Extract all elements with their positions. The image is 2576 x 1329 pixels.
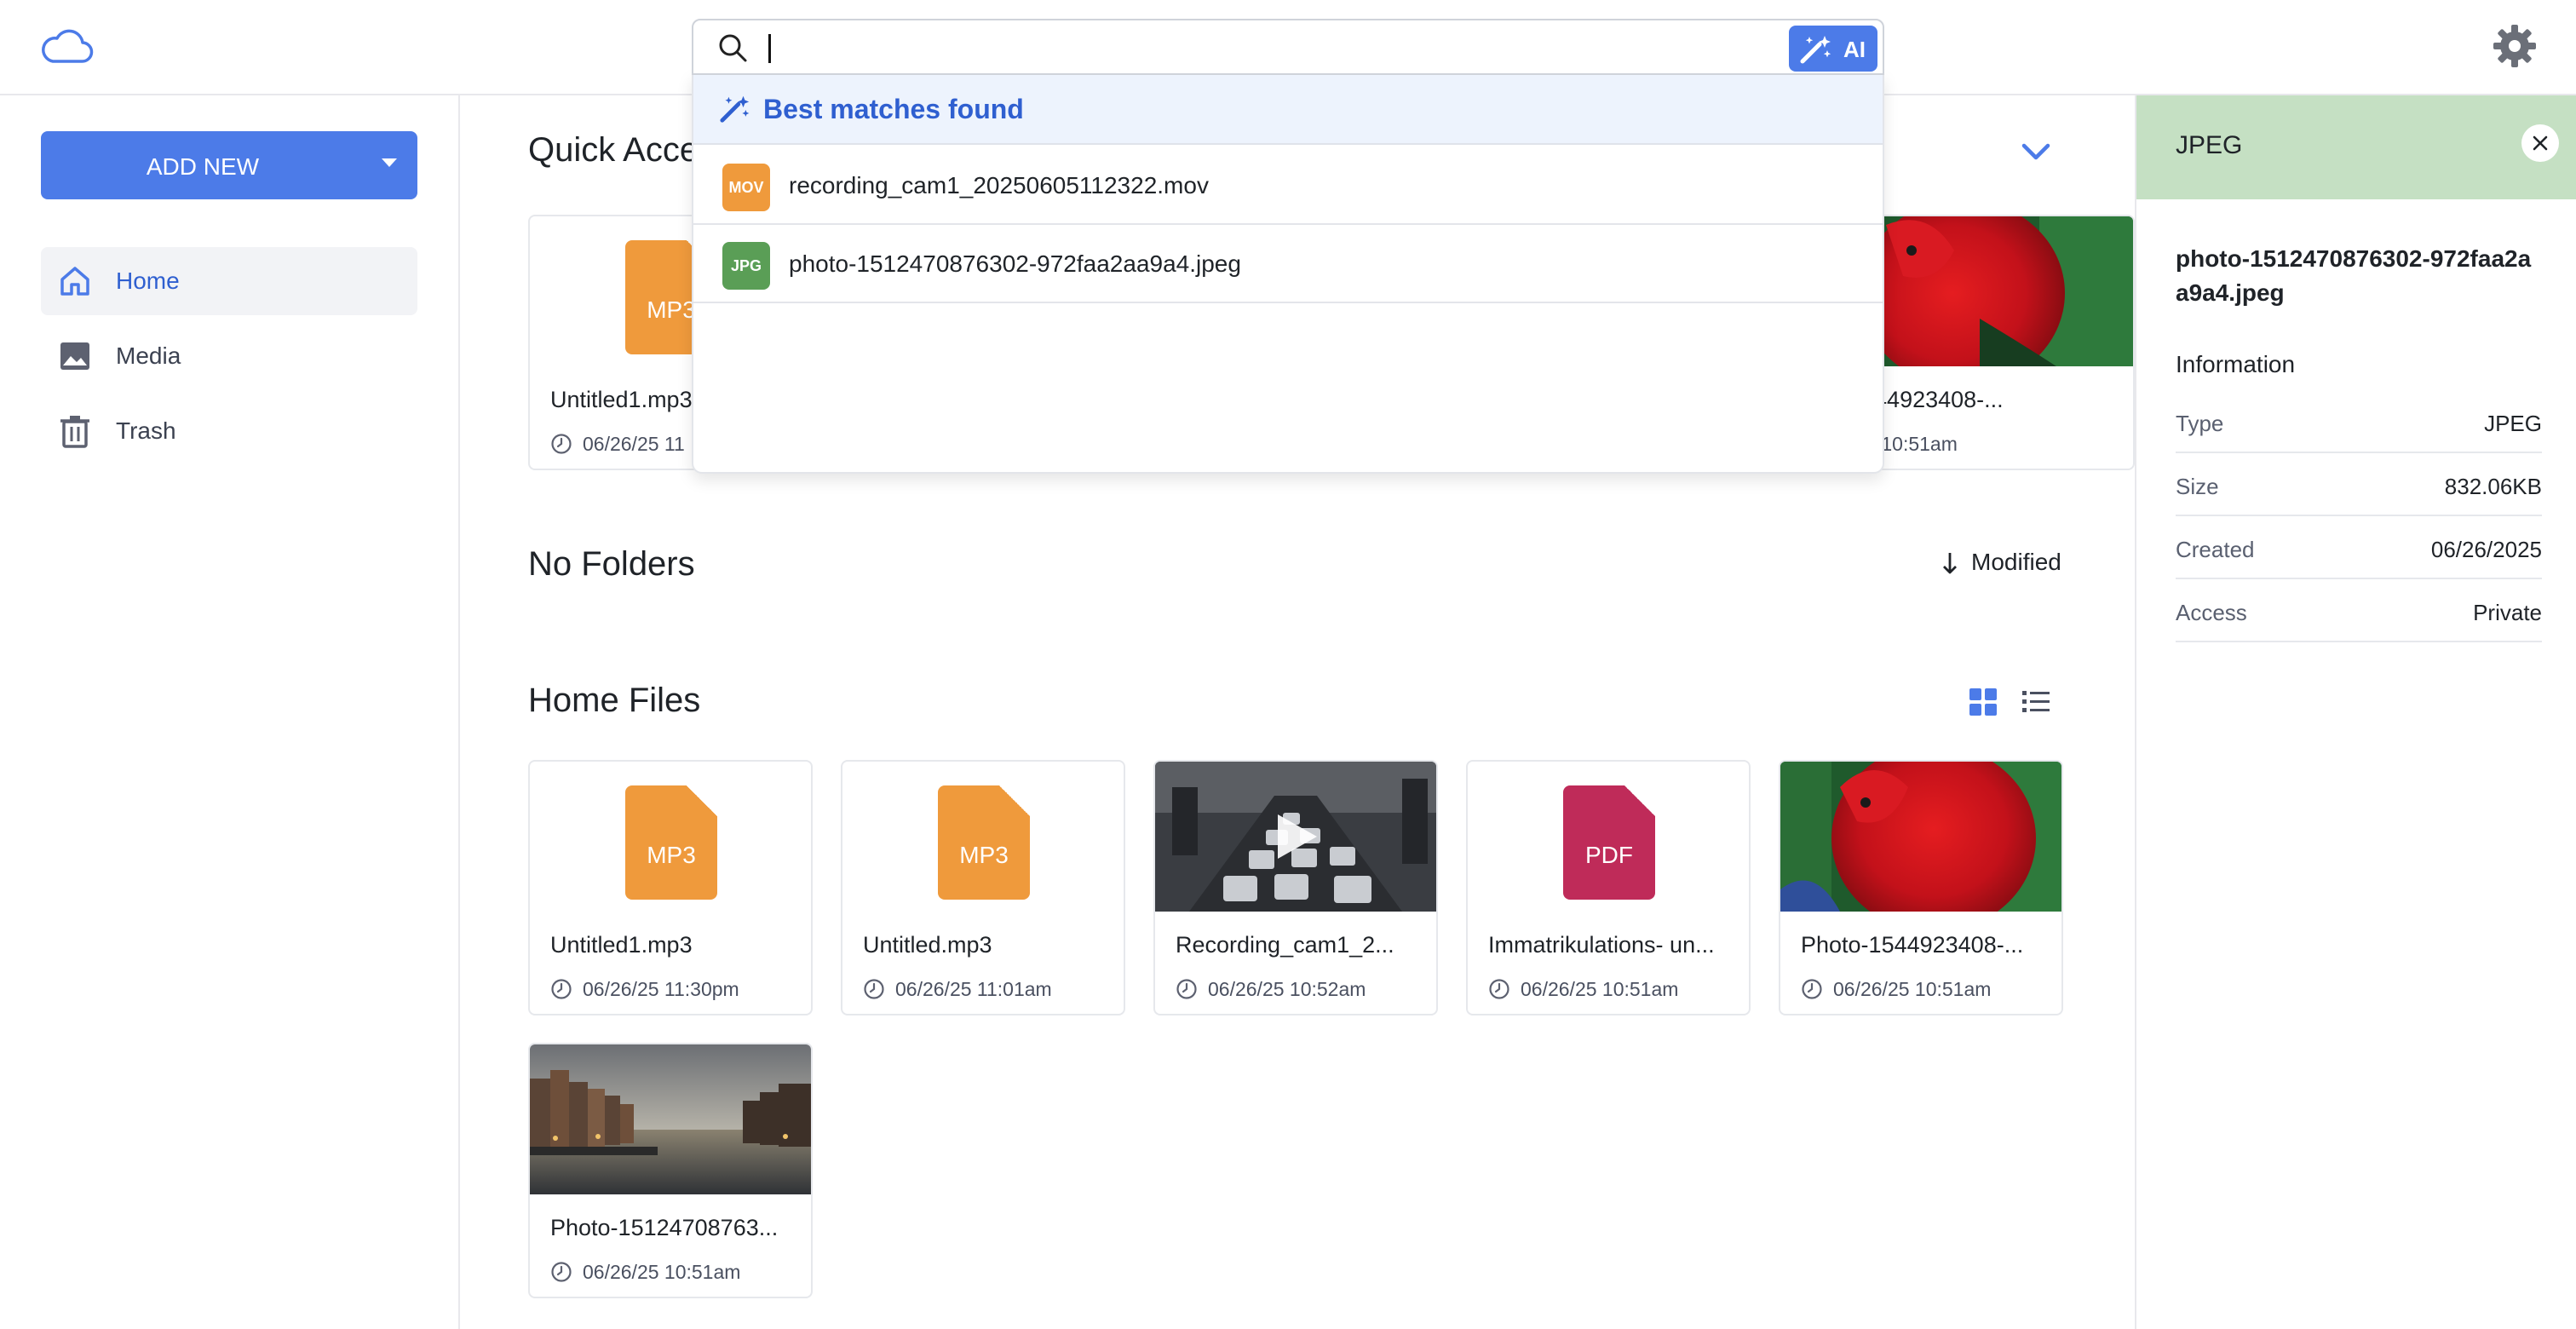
search-bar[interactable]: AI (692, 19, 1884, 75)
detail-key: Created (2176, 537, 2255, 562)
sidebar-item-label: Media (116, 342, 181, 369)
parrot-photo-thumbnail (1852, 216, 2133, 366)
magic-wand-icon (720, 95, 750, 123)
close-button[interactable] (2521, 124, 2559, 162)
app-window: AI Best matches found MOV recording_cam1… (0, 0, 2576, 1329)
file-card[interactable]: MP3 Untitled1.mp3 06/26/25 11:30pm (528, 760, 813, 1015)
detail-row-type: Type JPEG (2176, 390, 2542, 453)
caret-down-icon[interactable] (382, 158, 397, 167)
file-name: Untitled.mp3 (863, 932, 992, 958)
file-name: 1544923408-... (1850, 387, 2004, 412)
folders-title: No Folders (528, 545, 695, 583)
add-new-label: ADD NEW (146, 153, 260, 180)
file-name: Untitled1.mp3 (550, 932, 693, 958)
detail-key: Size (2176, 474, 2219, 499)
ai-search-button[interactable]: AI (1789, 26, 1877, 72)
search-results-dropdown: Best matches found MOV recording_cam1_20… (692, 73, 1884, 474)
clock-icon (551, 979, 572, 999)
search-result-item[interactable]: MOV recording_cam1_20250605112322.mov (693, 147, 1883, 225)
gear-icon[interactable] (2491, 22, 2539, 70)
search-result-name: recording_cam1_20250605112322.mov (789, 172, 1209, 198)
file-type-badge: JPG (722, 242, 770, 290)
magic-wand-icon (1800, 36, 1831, 64)
quick-access-card[interactable]: 1544923408-... /25 10:51am (1850, 215, 2135, 470)
detail-key: Access (2176, 600, 2247, 625)
results-heading: Best matches found (693, 73, 1883, 145)
parrot-photo-thumbnail (1780, 762, 2061, 912)
grid-view-icon[interactable] (1968, 687, 1998, 717)
details-type-label: JPEG (2176, 131, 2243, 159)
detail-row-created: Created 06/26/2025 (2176, 516, 2542, 579)
detail-value: JPEG (2484, 411, 2542, 436)
trash-icon (60, 416, 89, 448)
search-icon (719, 34, 747, 62)
play-icon[interactable] (1273, 811, 1320, 862)
quick-access-title: Quick Acce (528, 131, 699, 169)
detail-row-access: Access Private (2176, 579, 2542, 642)
sidebar-item-media[interactable]: Media (41, 322, 417, 390)
clock-icon (551, 434, 572, 454)
clock-icon (551, 1262, 572, 1282)
image-icon (60, 342, 89, 370)
arrow-down-icon (1943, 553, 1957, 574)
file-date: 06/26/25 11:01am (895, 978, 1052, 1000)
file-date: 06/26/25 10:51am (583, 1261, 741, 1283)
file-date: 06/26/25 10:51am (1521, 978, 1679, 1000)
file-name: Photo-15124708763... (550, 1215, 779, 1240)
file-card[interactable]: Recording_cam1_2... 06/26/25 10:52am (1153, 760, 1438, 1015)
detail-value: 06/26/2025 (2430, 537, 2542, 562)
detail-value: Private (2473, 600, 2542, 625)
details-file-name: photo-1512470876302-972faa2aa9a4.jpeg (2176, 245, 2532, 306)
search-input[interactable] (775, 27, 1780, 68)
sort-label: Modified (1971, 549, 2061, 575)
details-panel: JPEG photo-1512470876302-972faa2aa9a4.jp… (2135, 95, 2576, 1329)
results-heading-text: Best matches found (763, 94, 1024, 124)
file-name: Immatrikulations- un... (1488, 932, 1715, 958)
search-result-name: photo-1512470876302-972faa2aa9a4.jpeg (789, 250, 1241, 277)
details-header: JPEG (2136, 95, 2576, 199)
file-card[interactable]: PDF Immatrikulations- un... 06/26/25 10:… (1466, 760, 1751, 1015)
close-icon (2533, 135, 2548, 151)
clock-icon (1802, 979, 1822, 999)
add-new-button[interactable]: ADD NEW (41, 131, 417, 199)
canal-photo-thumbnail (530, 1044, 811, 1194)
home-icon (60, 267, 89, 296)
detail-key: Type (2176, 411, 2224, 436)
information-heading: Information (2176, 351, 2296, 377)
text-cursor (768, 34, 771, 63)
cloud-logo-icon[interactable] (39, 24, 94, 68)
sidebar-item-home[interactable]: Home (41, 247, 417, 315)
file-type-badge: MOV (722, 164, 770, 211)
mp3-file-icon: MP3 (938, 785, 1032, 900)
clock-icon (1489, 979, 1509, 999)
sidebar-item-label: Trash (116, 417, 176, 444)
clock-icon (864, 979, 884, 999)
list-view-icon[interactable] (2021, 687, 2051, 717)
sidebar-item-trash[interactable]: Trash (41, 397, 417, 465)
sidebar-item-label: Home (116, 268, 180, 294)
file-name: Photo-1544923408-... (1801, 932, 2024, 958)
home-files-title: Home Files (528, 682, 701, 719)
file-date: 06/26/25 11 (583, 433, 685, 455)
ai-label: AI (1843, 37, 1866, 62)
search-result-item[interactable]: JPG photo-1512470876302-972faa2aa9a4.jpe… (693, 225, 1883, 303)
detail-value: 832.06KB (2444, 474, 2542, 499)
file-card[interactable]: Photo-1544923408-... 06/26/25 10:51am (1779, 760, 2063, 1015)
file-name: Recording_cam1_2... (1176, 932, 1394, 958)
file-card[interactable]: Photo-15124708763... 06/26/25 10:51am (528, 1043, 813, 1298)
mp3-file-icon: MP3 (625, 785, 719, 900)
file-date: 06/26/25 10:51am (1833, 978, 1992, 1000)
file-card[interactable]: MP3 Untitled.mp3 06/26/25 11:01am (841, 760, 1125, 1015)
chevron-down-icon[interactable] (2017, 133, 2055, 170)
detail-row-size: Size 832.06KB (2176, 453, 2542, 516)
file-date: 06/26/25 11:30pm (583, 978, 739, 1000)
pdf-file-icon: PDF (1563, 785, 1657, 900)
file-date: 06/26/25 10:52am (1208, 978, 1366, 1000)
sidebar: ADD NEW Home Media Trash (0, 95, 460, 1329)
clock-icon (1176, 979, 1197, 999)
